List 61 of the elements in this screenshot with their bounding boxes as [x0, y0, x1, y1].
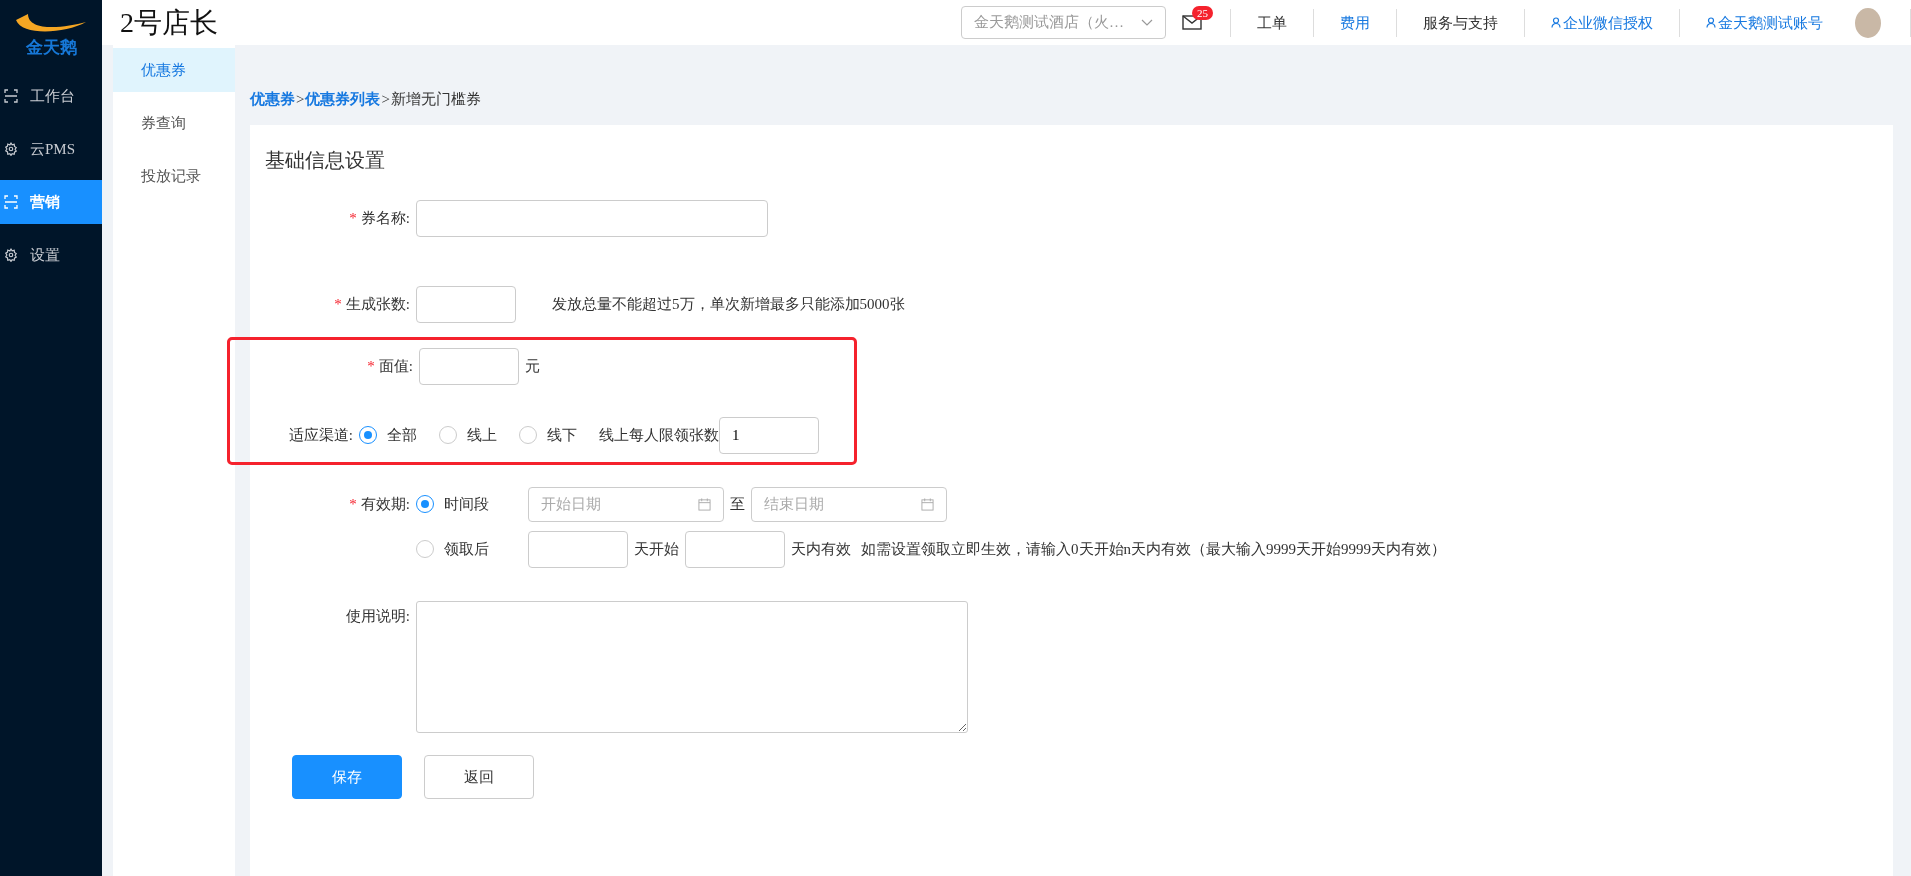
calendar-icon — [698, 497, 711, 511]
input-field[interactable] — [685, 530, 785, 568]
submenu-item[interactable]: 优惠券 — [113, 48, 235, 92]
breadcrumb-separator: > — [381, 90, 390, 108]
required-mark: * — [349, 495, 357, 512]
sidebar-item[interactable]: 工作台 — [0, 74, 102, 118]
logo-text: 金天鹅 — [25, 38, 77, 56]
field-label: 生成张数: — [345, 295, 410, 312]
input-field[interactable] — [416, 199, 768, 237]
breadcrumb-link[interactable]: 优惠券 — [250, 89, 295, 109]
hint-text: 如需设置领取立即生效，请输入0天开始n天内有效（最大输入9999天开始9999天内有效） — [861, 539, 1446, 559]
app-title: 2号店长 — [119, 5, 218, 40]
radio-option[interactable]: 领取后 — [416, 539, 506, 559]
input-field[interactable] — [528, 530, 628, 568]
unread-badge: 25 — [1192, 6, 1213, 20]
breadcrumb-separator: > — [296, 90, 305, 108]
header-link[interactable]: 服务与支持 — [1396, 8, 1524, 37]
field-label: 线上每人限领张数 — [599, 425, 719, 445]
separator-text: 至 — [730, 494, 745, 514]
page-heading-text: 新增无门槛券 — [390, 89, 481, 109]
settings-icon — [4, 248, 18, 262]
sidebar-item[interactable]: 设置 — [0, 233, 102, 277]
field-label: 使用说明: — [345, 608, 410, 624]
radio-option[interactable]: 线下 — [519, 425, 577, 445]
unit-text: 天开始 — [634, 539, 679, 559]
header-link[interactable]: 金天鹅测试账号 — [1679, 8, 1849, 37]
field-label: 券名称: — [360, 209, 410, 226]
required-mark: * — [367, 357, 375, 374]
header-link[interactable]: 工单 — [1230, 8, 1313, 37]
back-button[interactable]: 返回 — [424, 755, 534, 799]
textarea-field[interactable] — [416, 601, 968, 733]
field-label: 适应渠道: — [288, 426, 353, 443]
scan-icon — [4, 89, 18, 103]
radio-option[interactable]: 时间段 — [416, 494, 506, 514]
required-mark: * — [334, 295, 342, 312]
input-field[interactable] — [416, 285, 516, 323]
header-link[interactable]: 费用 — [1313, 8, 1396, 37]
radio-option[interactable]: 全部 — [359, 425, 417, 445]
input-field[interactable] — [419, 347, 519, 385]
avatar[interactable] — [1855, 7, 1881, 38]
radio-option[interactable]: 线上 — [439, 425, 497, 445]
user-icon — [1706, 17, 1716, 28]
submenu-item[interactable]: 券查询 — [113, 101, 235, 145]
header-link[interactable]: 企业微信授权 — [1524, 8, 1679, 37]
chevron-down-icon — [1141, 18, 1153, 27]
user-icon — [1551, 17, 1561, 28]
unit-text: 天内有效 — [791, 539, 851, 559]
unit-text: 元 — [525, 356, 540, 376]
scan-icon — [4, 195, 18, 209]
breadcrumb-link[interactable]: 优惠券列表 — [305, 89, 381, 109]
input-field[interactable]: 1 — [719, 416, 819, 454]
sidebar-item[interactable]: 云PMS — [0, 127, 102, 171]
settings-icon — [4, 142, 18, 156]
mail-icon[interactable] — [1182, 15, 1202, 30]
section-title: 基础信息设置 — [265, 148, 386, 173]
calendar-icon — [921, 497, 934, 511]
required-mark: * — [349, 209, 357, 226]
field-label: 有效期: — [360, 495, 410, 512]
hint-text: 发放总量不能超过5万，单次新增最多只能添加5000张 — [552, 294, 905, 314]
submenu-item[interactable]: 投放记录 — [113, 154, 235, 198]
field-label: 面值: — [378, 357, 413, 374]
